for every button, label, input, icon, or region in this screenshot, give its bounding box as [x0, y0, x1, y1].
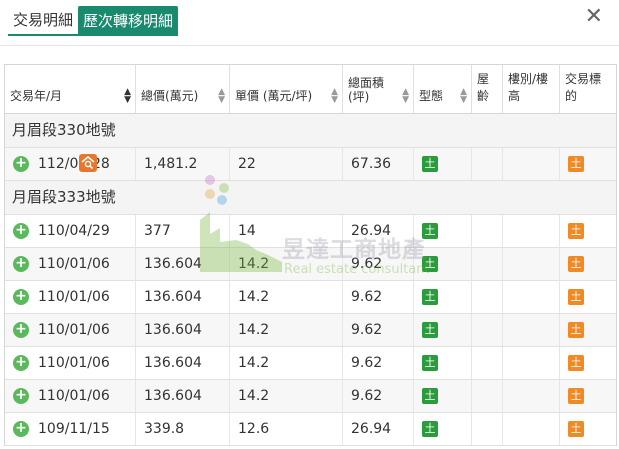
- table-row: +110/01/06 136.604 14.2 9.62 土 土: [5, 347, 616, 380]
- expand-plus-icon[interactable]: +: [13, 355, 29, 371]
- land-target-icon: 土: [568, 388, 584, 404]
- land-target-icon: 土: [568, 289, 584, 305]
- land-target-icon: 土: [568, 421, 584, 437]
- expand-plus-icon[interactable]: +: [13, 223, 29, 239]
- land-type-icon: 土: [422, 388, 438, 404]
- col-header-area[interactable]: 總面積 (坪) ▲ ▼: [343, 65, 414, 113]
- land-type-icon: 土: [422, 156, 438, 172]
- table-row: +110/01/06 136.604 14.2 9.62 土 土: [5, 248, 616, 281]
- sort-desc-icon[interactable]: ▲ ▼: [124, 88, 131, 105]
- sort-icon[interactable]: ▲ ▼: [460, 88, 467, 105]
- land-target-icon: 土: [568, 322, 584, 338]
- search-house-icon[interactable]: [79, 154, 97, 172]
- expand-plus-icon[interactable]: +: [13, 388, 29, 404]
- land-target-icon: 土: [568, 355, 584, 371]
- expand-plus-icon[interactable]: +: [13, 156, 29, 172]
- land-target-icon: 土: [568, 256, 584, 272]
- table-row: +110/04/29 377 14 26.94 土 土: [5, 215, 616, 248]
- sort-icon[interactable]: ▲ ▼: [402, 88, 409, 105]
- land-type-icon: 土: [422, 322, 438, 338]
- expand-plus-icon[interactable]: +: [13, 322, 29, 338]
- table-row: +112/03/28 1,481.2 22 67.36 土 土: [5, 148, 616, 181]
- table-row: +110/01/06 136.604 14.2 9.62 土 土: [5, 314, 616, 347]
- tab-bar: 交易明細 歷次轉移明細: [8, 6, 179, 36]
- table-row: +110/01/06 136.604 14.2 9.62 土 土: [5, 281, 616, 314]
- tab-transaction-details[interactable]: 交易明細: [8, 6, 79, 36]
- land-type-icon: 土: [422, 289, 438, 305]
- col-header-total[interactable]: 總價(萬元) ▲ ▼: [136, 65, 230, 113]
- sort-icon[interactable]: ▲ ▼: [331, 88, 338, 105]
- expand-plus-icon[interactable]: +: [13, 256, 29, 272]
- col-header-date[interactable]: 交易年/月 ▲ ▼: [5, 65, 136, 113]
- sort-icon[interactable]: ▲ ▼: [218, 88, 225, 105]
- table-header: 交易年/月 ▲ ▼ 總價(萬元) ▲ ▼ 單價 (萬元/坪) ▲ ▼ 總面積 (坪) …: [5, 65, 616, 114]
- expand-plus-icon[interactable]: +: [13, 421, 29, 437]
- table-row: +109/11/15 339.8 12.6 26.94 土 土: [5, 413, 616, 446]
- land-type-icon: 土: [422, 355, 438, 371]
- col-header-floor: 樓別/樓高: [503, 65, 560, 113]
- divider: [0, 45, 619, 46]
- expand-plus-icon[interactable]: +: [13, 289, 29, 305]
- transfer-table: 交易年/月 ▲ ▼ 總價(萬元) ▲ ▼ 單價 (萬元/坪) ▲ ▼ 總面積 (坪) …: [4, 64, 617, 446]
- table-row: +110/01/06 136.604 14.2 9.62 土 土: [5, 380, 616, 413]
- land-target-icon: 土: [568, 156, 584, 172]
- group-header: 月眉段333地號: [5, 181, 616, 215]
- group-header: 月眉段330地號: [5, 114, 616, 148]
- land-type-icon: 土: [422, 256, 438, 272]
- col-header-type[interactable]: 型態 ▲ ▼: [414, 65, 472, 113]
- land-type-icon: 土: [422, 223, 438, 239]
- col-header-age: 屋齡: [472, 65, 503, 113]
- tab-transfer-history[interactable]: 歷次轉移明細: [78, 6, 179, 36]
- col-header-unit-price[interactable]: 單價 (萬元/坪) ▲ ▼: [230, 65, 343, 113]
- close-icon[interactable]: ✕: [585, 4, 603, 29]
- land-target-icon: 土: [568, 223, 584, 239]
- col-header-target: 交易標的: [565, 72, 602, 103]
- land-type-icon: 土: [422, 421, 438, 437]
